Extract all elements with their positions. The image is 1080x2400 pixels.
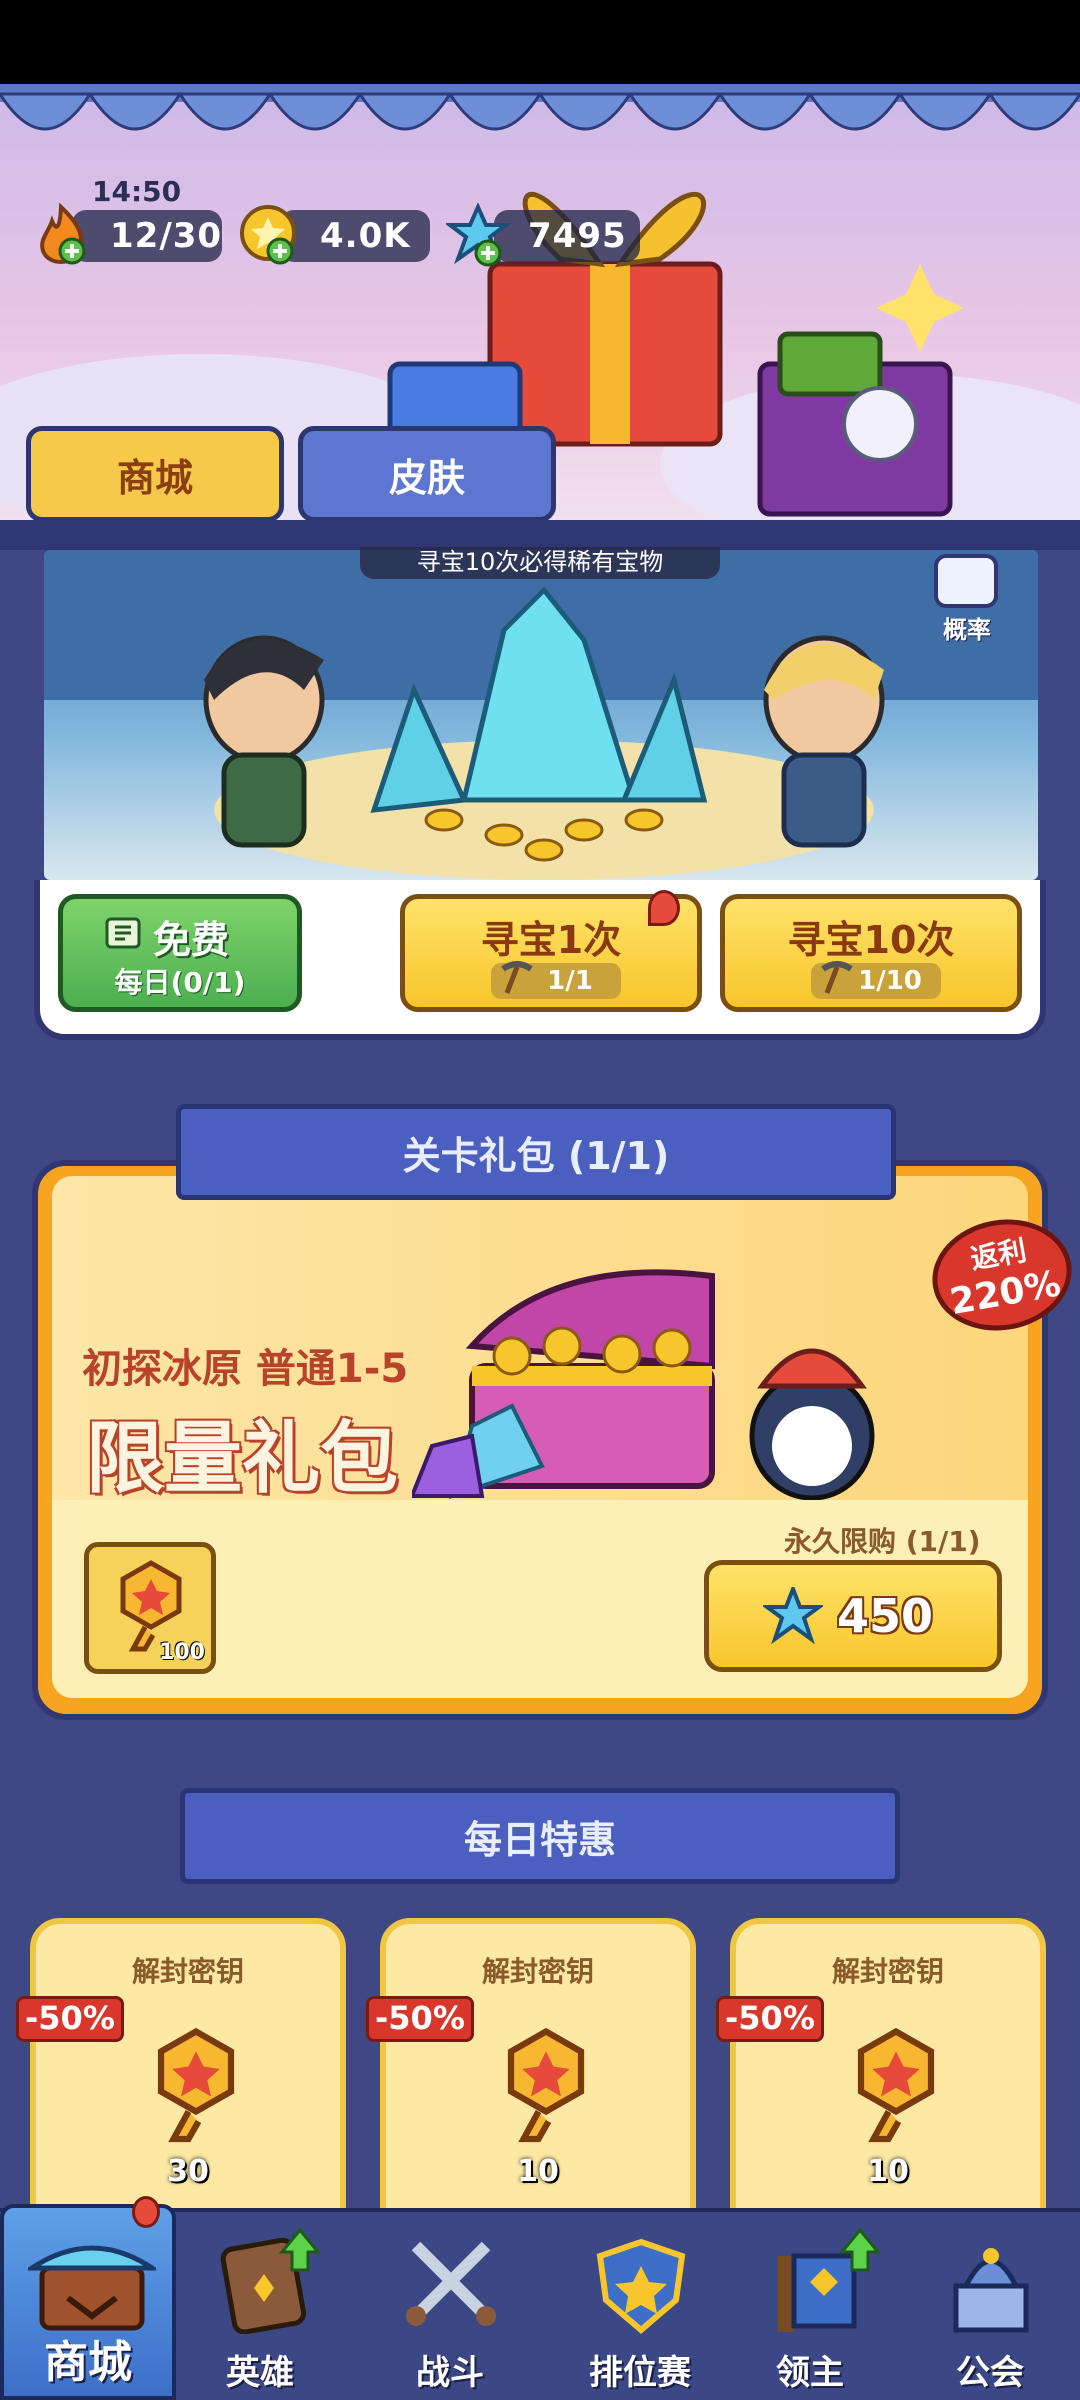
hero-card-icon xyxy=(220,2227,322,2334)
daily-deal-card[interactable]: 解封密钥 30 xyxy=(30,1918,346,2238)
shop-stall-icon xyxy=(28,2245,156,2331)
daily-deal-title: 解封密钥 xyxy=(481,1955,594,1988)
discount-badge: -50% xyxy=(366,1996,474,2042)
daily-deal-title: 解封密钥 xyxy=(131,1955,244,1988)
nav-item-battle[interactable]: 战斗 xyxy=(360,2345,540,2394)
free-draw-button[interactable]: 免费 每日(0/1) xyxy=(58,894,302,1012)
gem-crystal-icon xyxy=(446,203,512,267)
treasure-hint: 寻宝10次必得稀有宝物 xyxy=(360,547,720,579)
free-draw-title: 免费 xyxy=(153,918,230,962)
gem-value: 7495 xyxy=(528,216,627,256)
level-pack-ribbon: 关卡礼包 (1/1) xyxy=(176,1104,896,1200)
treasure-art xyxy=(44,550,1038,880)
key-icon xyxy=(157,2027,235,2143)
pickaxe-icon xyxy=(821,961,853,994)
stamina-counter[interactable]: 12/30 xyxy=(72,210,222,262)
daily-deals-ribbon: 每日特惠 xyxy=(180,1788,900,1884)
notification-balloon-icon xyxy=(132,2196,160,2228)
discount-badge: -50% xyxy=(16,1996,124,2042)
daily-deal-card[interactable]: 解封密钥 10 xyxy=(730,1918,1046,2238)
level-pack-banner: 初探冰原 普通1-5 限量礼包 xyxy=(52,1176,1028,1504)
treasure-chest-art xyxy=(412,1269,875,1501)
pickaxe-icon xyxy=(501,961,533,994)
purchase-limit: 永久限购 (1/1) xyxy=(784,1525,981,1558)
buy-pack-button[interactable]: 450 xyxy=(704,1560,1002,1672)
stamina-value: 12/30 xyxy=(110,216,223,256)
crossed-swords-icon xyxy=(406,2241,496,2326)
gem-counter[interactable]: 7495 xyxy=(494,210,640,262)
status-bar xyxy=(0,0,1080,84)
guild-castle-icon xyxy=(953,2248,1029,2333)
key-icon xyxy=(507,2027,585,2143)
daily-deal-card[interactable]: 解封密钥 10 xyxy=(380,1918,696,2238)
pack-item-count: 100 xyxy=(159,1640,205,1665)
discount-badge: -50% xyxy=(716,1996,824,2042)
nav-item-guild[interactable]: 公会 xyxy=(900,2345,1080,2394)
free-draw-daily: 每日(0/1) xyxy=(114,966,246,999)
gem-crystal-icon xyxy=(763,1587,823,1645)
ticket-icon xyxy=(105,917,141,949)
gold-value: 4.0K xyxy=(320,216,411,256)
nav-label-shop: 商城 xyxy=(44,2337,132,2388)
pack-item-slot[interactable]: 100 xyxy=(84,1542,216,1674)
pack-price: 450 xyxy=(837,1589,934,1643)
nav-item-heroes[interactable]: 英雄 xyxy=(170,2345,350,2394)
key-icon xyxy=(120,1560,182,1652)
stamina-flame-icon xyxy=(40,203,86,265)
notification-balloon-icon xyxy=(648,890,680,926)
lord-banner-icon xyxy=(778,2227,882,2332)
rank-shield-icon xyxy=(596,2238,686,2334)
draw-ten-title: 寻宝10次 xyxy=(787,918,955,962)
probability-icon[interactable] xyxy=(934,554,998,608)
banner-scallop xyxy=(0,84,1080,131)
miner-right xyxy=(763,635,885,848)
level-pack-purchase-area: 100 永久限购 (1/1) 450 xyxy=(52,1500,1028,1698)
clock-time: 14:50 xyxy=(92,175,182,208)
daily-deal-title: 解封密钥 xyxy=(831,1955,944,1988)
tab-shop[interactable]: 商城 xyxy=(26,426,284,522)
level-pack-title: 限量礼包 xyxy=(86,1414,399,1504)
daily-deal-count: 10 xyxy=(517,2154,559,2189)
miner-left xyxy=(203,635,325,848)
probability-label[interactable]: 概率 xyxy=(924,610,1010,645)
nav-item-lord[interactable]: 领主 xyxy=(720,2345,900,2394)
daily-deal-count: 30 xyxy=(167,2154,209,2189)
treasure-stage: 概率 xyxy=(44,550,1038,880)
draw-ten-button[interactable]: 寻宝10次 1/10 xyxy=(720,894,1022,1012)
banner-divider xyxy=(0,520,1080,550)
daily-deal-count: 10 xyxy=(867,2154,909,2189)
key-icon xyxy=(857,2027,935,2143)
gold-coin-icon xyxy=(240,205,296,265)
level-pack-subtitle: 初探冰原 普通1-5 xyxy=(82,1346,409,1392)
nav-item-ranked[interactable]: 排位赛 xyxy=(550,2345,730,2394)
tab-skins[interactable]: 皮肤 xyxy=(298,426,556,522)
gold-counter[interactable]: 4.0K xyxy=(280,210,430,262)
